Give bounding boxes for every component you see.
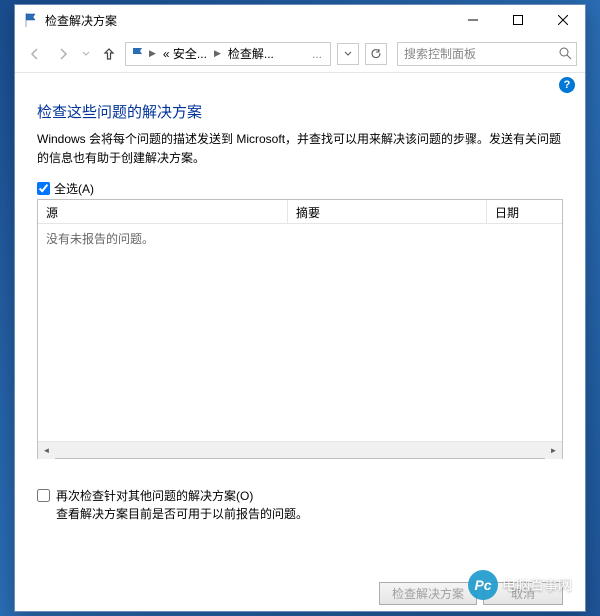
flag-icon (23, 12, 39, 28)
page-heading: 检查这些问题的解决方案 (37, 101, 563, 122)
listview-header: 源 摘要 日期 (38, 200, 562, 224)
watermark-logo-icon: Pc (468, 570, 498, 600)
breadcrumb-overflow: ... (308, 43, 326, 65)
minimize-button[interactable] (450, 6, 495, 35)
select-all-label: 全选(A) (54, 180, 94, 197)
recent-dropdown-icon[interactable] (79, 42, 93, 66)
recheck-option[interactable]: 再次检查针对其他问题的解决方案(O) 查看解决方案目前是否可用于以前报告的问题。 (37, 487, 563, 523)
recheck-checkbox[interactable] (37, 489, 50, 502)
watermark-text: 电脑百事网 (502, 575, 572, 595)
watermark: Pc 电脑百事网 (468, 570, 572, 600)
breadcrumb[interactable]: ▶ « 安全... ▶ 检查解... ... (125, 42, 331, 66)
breadcrumb-segment[interactable]: « 安全... (159, 43, 211, 65)
maximize-button[interactable] (495, 6, 540, 35)
up-button[interactable] (97, 42, 121, 66)
breadcrumb-segment[interactable]: 检查解... (224, 43, 278, 65)
refresh-button[interactable] (365, 43, 387, 65)
dropdown-button[interactable] (337, 43, 359, 65)
select-all-checkbox[interactable]: 全选(A) (37, 180, 563, 197)
recheck-text: 再次检查针对其他问题的解决方案(O) 查看解决方案目前是否可用于以前报告的问题。 (56, 487, 308, 523)
help-icon[interactable]: ? (559, 77, 575, 93)
close-button[interactable] (540, 6, 585, 35)
search-box[interactable] (397, 42, 577, 66)
search-icon[interactable] (559, 47, 572, 60)
navbar: ▶ « 安全... ▶ 检查解... ... (15, 35, 585, 73)
column-source[interactable]: 源 (38, 200, 288, 223)
back-button[interactable] (23, 42, 47, 66)
window-title: 检查解决方案 (45, 12, 450, 29)
select-all-input[interactable] (37, 182, 50, 195)
chevron-right-icon[interactable]: ▶ (213, 48, 222, 59)
column-date[interactable]: 日期 (487, 200, 562, 223)
scroll-left-icon[interactable]: ◄ (38, 442, 55, 459)
horizontal-scrollbar[interactable]: ◄ ► (38, 441, 562, 458)
chevron-right-icon[interactable]: ▶ (148, 48, 157, 59)
recheck-label: 再次检查针对其他问题的解决方案(O) (56, 487, 308, 505)
page-description: Windows 会将每个问题的描述发送到 Microsoft，并查找可以用来解决… (37, 130, 563, 168)
problem-listview: 源 摘要 日期 没有未报告的问题。 ◄ ► (37, 199, 563, 459)
control-panel-window: 检查解决方案 ▶ « 安全... ▶ 检查解 (14, 4, 586, 612)
check-solutions-button[interactable]: 检查解决方案 (379, 582, 477, 605)
recheck-sub: 查看解决方案目前是否可用于以前报告的问题。 (56, 505, 308, 523)
breadcrumb-flag-icon (130, 46, 146, 62)
forward-button[interactable] (51, 42, 75, 66)
scroll-right-icon[interactable]: ► (545, 442, 562, 459)
listview-body: 没有未报告的问题。 (38, 224, 562, 441)
search-input[interactable] (404, 47, 559, 61)
content-area: ? 检查这些问题的解决方案 Windows 会将每个问题的描述发送到 Micro… (15, 73, 585, 611)
titlebar: 检查解决方案 (15, 5, 585, 35)
empty-message: 没有未报告的问题。 (46, 232, 154, 246)
column-summary[interactable]: 摘要 (288, 200, 487, 223)
